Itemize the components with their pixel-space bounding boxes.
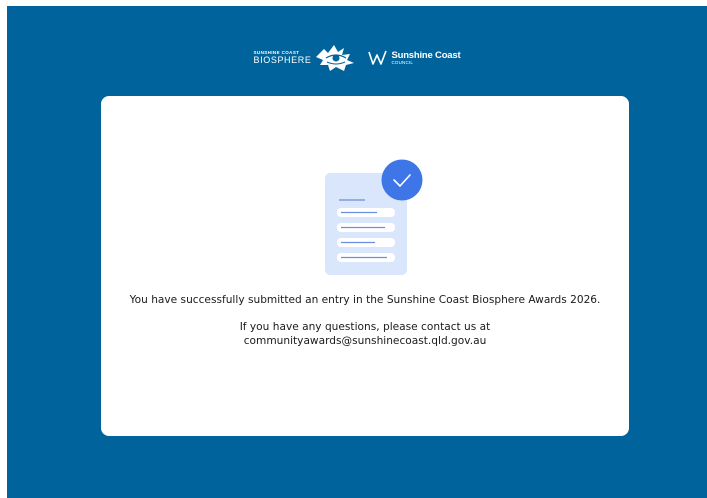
- confirmation-message: You have successfully submitted an entry…: [121, 293, 609, 348]
- page-background: SUNSHINE COAST BIOSPHERE Sunshine Coast …: [7, 6, 707, 498]
- biosphere-emblem-icon: [316, 45, 355, 71]
- biosphere-logo-line2: BIOSPHERE: [253, 55, 312, 66]
- biosphere-logo-text: SUNSHINE COAST BIOSPHERE: [253, 50, 312, 66]
- header-logos: SUNSHINE COAST BIOSPHERE Sunshine Coast …: [7, 40, 707, 76]
- council-logo-line1: Sunshine Coast: [391, 49, 461, 61]
- council-emblem-icon: [368, 50, 388, 65]
- success-message: You have successfully submitted an entry…: [129, 294, 601, 306]
- council-logo-line2: COUNCIL: [391, 60, 414, 65]
- confirmation-card: You have successfully submitted an entry…: [101, 96, 629, 436]
- biosphere-logo: SUNSHINE COAST BIOSPHERE: [254, 43, 359, 73]
- submission-success-illustration: [325, 159, 423, 275]
- contact-message: If you have any questions, please contac…: [239, 321, 491, 347]
- council-logo-text: Sunshine Coast COUNCIL: [391, 49, 461, 66]
- council-logo: Sunshine Coast COUNCIL: [368, 49, 461, 67]
- checkmark-icon: [381, 159, 423, 201]
